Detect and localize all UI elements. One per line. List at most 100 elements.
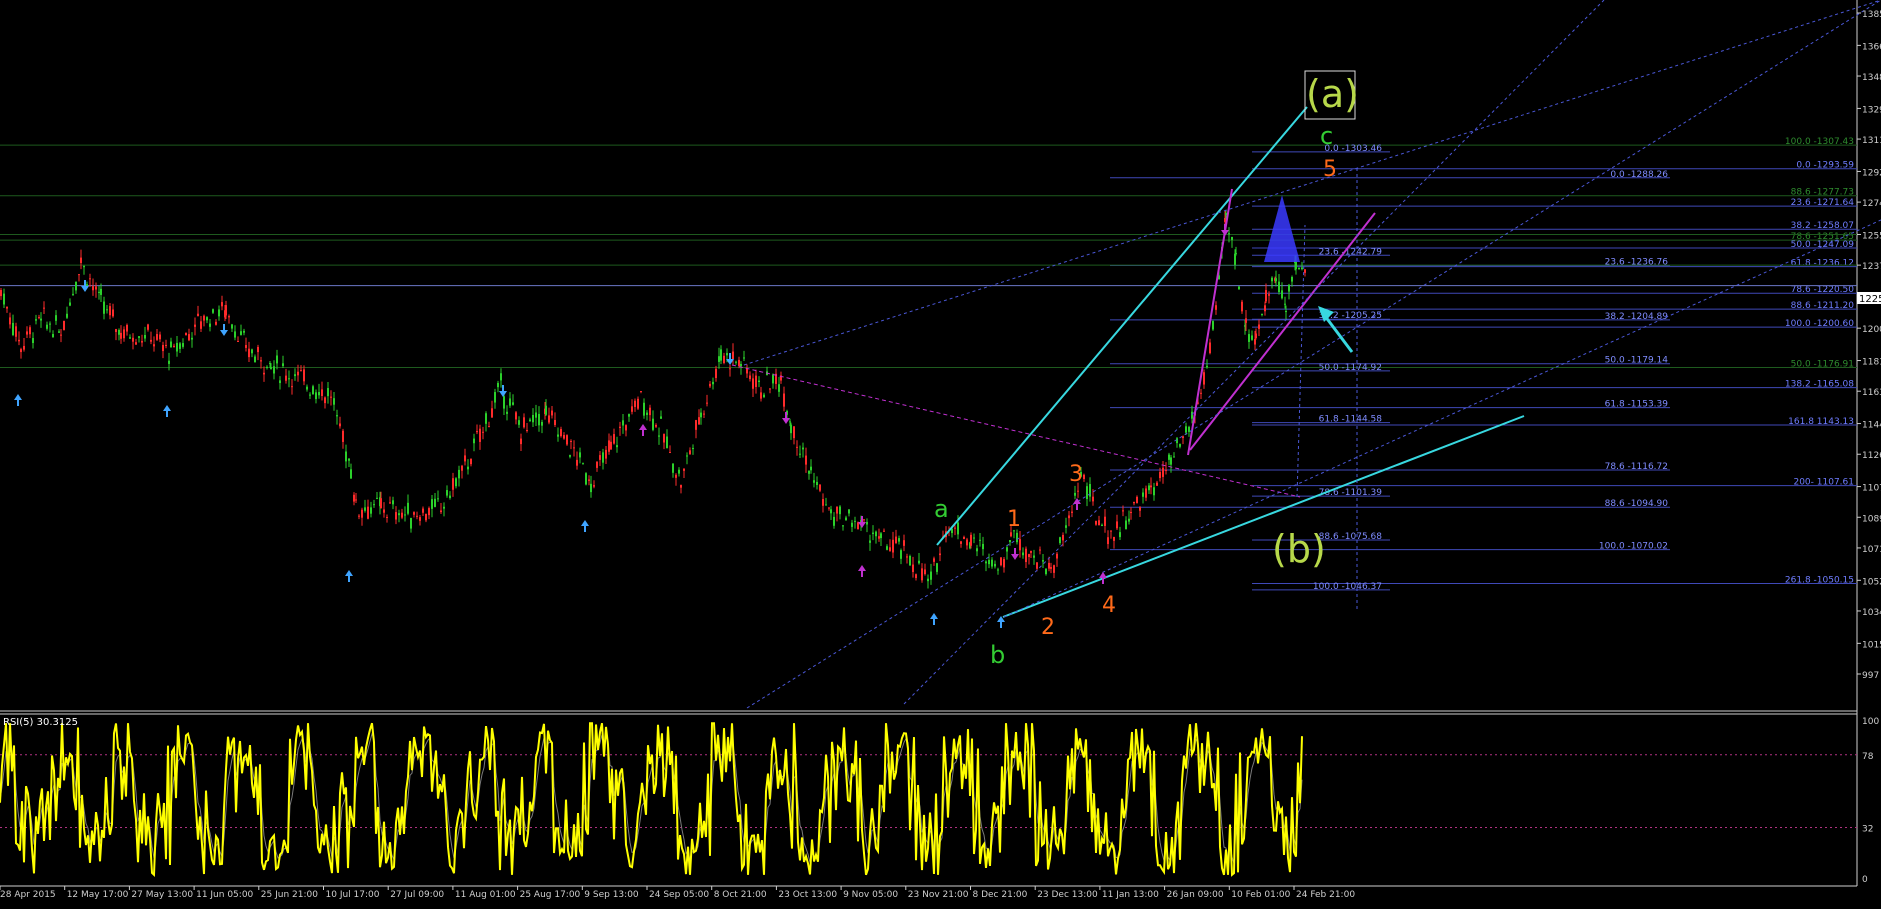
candle-body: [428, 508, 430, 516]
candle-body: [358, 515, 360, 517]
candle-body: [554, 419, 556, 425]
candle-body: [285, 375, 287, 381]
wave-label-c: c: [1320, 122, 1333, 150]
candle-body: [221, 302, 223, 307]
candle-body: [419, 517, 421, 521]
price-tick-label: 1348: [1862, 73, 1881, 83]
candle-body: [1119, 532, 1121, 538]
candle-body: [634, 400, 636, 407]
price-tick-label: 1034: [1862, 608, 1881, 618]
candle-body: [994, 563, 996, 567]
candle-body: [389, 502, 391, 504]
candle-body: [596, 461, 598, 468]
candle-body: [954, 527, 956, 529]
candle-body: [1133, 501, 1135, 504]
candle-body: [69, 302, 71, 306]
candle-body: [291, 386, 293, 388]
candle-body: [866, 521, 868, 525]
candle-body: [763, 394, 765, 398]
candle-body: [718, 356, 720, 362]
candle-body: [570, 440, 572, 442]
time-tick-label: 25 Aug 17:00: [520, 890, 581, 900]
candle-body: [312, 386, 314, 395]
candle-body: [833, 516, 835, 526]
candle-body: [506, 411, 508, 414]
candle-body: [1291, 277, 1293, 282]
candle-body: [138, 336, 140, 338]
candle-body: [698, 417, 700, 425]
candle-body: [6, 306, 8, 309]
rsi-indicator-label: RSI(5) 30.3125: [3, 717, 78, 728]
candle-body: [1022, 552, 1024, 556]
candle-body: [370, 507, 372, 514]
candle-body: [608, 440, 610, 452]
candle-body: [582, 463, 584, 465]
price-tick-label: 1385: [1862, 10, 1881, 20]
candle-body: [1215, 305, 1217, 310]
price-tick-label: 1292: [1862, 168, 1881, 178]
candle-body: [191, 337, 193, 340]
candle-body: [321, 389, 323, 396]
candle-body: [924, 569, 926, 575]
candle-body: [392, 500, 394, 505]
candle-body: [700, 412, 702, 418]
candle-body: [9, 317, 11, 325]
candle-body: [461, 465, 463, 471]
candle-body: [854, 520, 856, 522]
candle-body: [686, 455, 688, 457]
candle-body: [443, 506, 445, 509]
candle-body: [749, 375, 751, 380]
candle-body: [793, 426, 795, 439]
candle-body: [1173, 456, 1175, 458]
candle-body: [1153, 487, 1155, 496]
candle-body: [810, 466, 812, 471]
time-tick-label: 28 Apr 2015: [0, 890, 56, 900]
candle-body: [997, 569, 999, 571]
price-tick-label: 1237: [1862, 262, 1881, 272]
candle-body: [479, 428, 481, 442]
price-tick-label: 1126: [1862, 451, 1881, 461]
candle-body: [625, 425, 627, 431]
rsi-tick-label: 78: [1862, 752, 1874, 762]
candle-body: [622, 420, 624, 426]
candle-body: [364, 507, 366, 511]
candle-body: [231, 324, 233, 329]
price-tick-label: 1200: [1862, 325, 1881, 335]
candle-body: [1104, 516, 1106, 526]
candle-body: [976, 548, 978, 552]
candle-body: [512, 402, 514, 405]
candle-body: [1301, 267, 1303, 270]
time-tick-label: 23 Oct 13:00: [778, 890, 837, 900]
candle-body: [912, 564, 914, 573]
candle-body: [209, 323, 211, 327]
candle-body: [32, 338, 34, 344]
candle-body: [878, 536, 880, 539]
candle-body: [828, 507, 830, 509]
candle-body: [579, 452, 581, 458]
candle-body: [1006, 547, 1008, 552]
candle-body: [63, 320, 65, 330]
candle-body: [410, 517, 412, 529]
candle-body: [339, 423, 341, 427]
fib-level-label: 138.2 -1165.08: [1785, 380, 1854, 390]
candle-body: [963, 536, 965, 540]
candle-body: [266, 366, 268, 368]
candle-body: [485, 413, 487, 424]
candle-body: [649, 407, 651, 416]
candle-body: [538, 413, 540, 426]
candle-body: [297, 371, 299, 376]
candle-body: [1285, 310, 1287, 313]
candle-body: [49, 323, 51, 325]
candle-body: [245, 345, 247, 348]
candle-body: [115, 329, 117, 332]
price-tick-label: 1052: [1862, 577, 1881, 587]
candle-body: [86, 284, 88, 286]
candle-body: [55, 315, 57, 321]
candle-body: [886, 546, 888, 550]
candle-body: [118, 329, 120, 335]
candle-body: [425, 513, 427, 521]
candle-body: [212, 309, 214, 313]
fib-left-label: 78.6 -1101.39: [1319, 488, 1383, 498]
candle-body: [743, 357, 745, 359]
candle-body: [616, 445, 618, 448]
